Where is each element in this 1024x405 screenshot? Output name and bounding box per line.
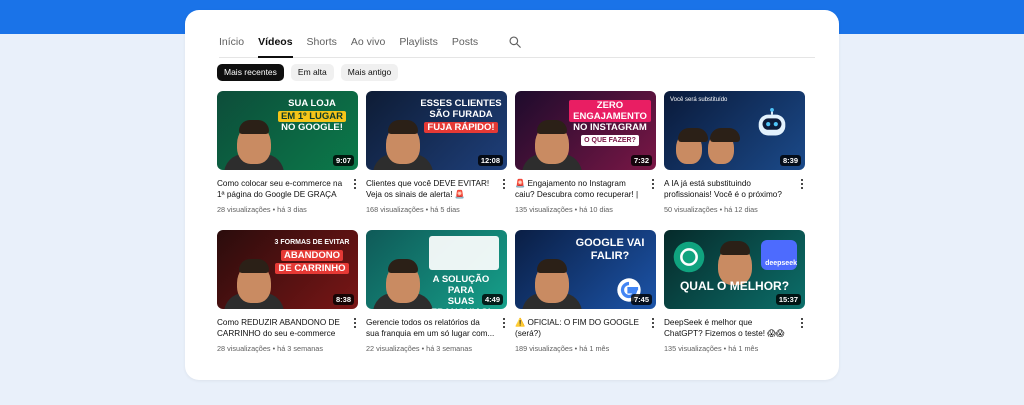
presenter-face: [676, 128, 708, 164]
video-title[interactable]: Como colocar seu e-commerce na 1ª página…: [217, 178, 346, 200]
more-options-icon[interactable]: [650, 318, 656, 330]
thumbnail-headline: Você será substituído: [670, 97, 728, 103]
video-stats: 189 visualizações • há 1 mês: [515, 344, 610, 353]
video-duration: 9:07: [332, 155, 354, 166]
thumbnail-headline: Google vai falir?: [575, 237, 645, 262]
video-thumbnail[interactable]: Google vai falir? 7:45: [515, 230, 656, 309]
video-duration: 4:49: [481, 294, 503, 305]
video-thumbnail[interactable]: deepseek Qual o melhor? 15:37: [664, 230, 805, 309]
channel-tabs: Início Vídeos Shorts Ao vivo Playlists P…: [219, 36, 815, 58]
thumbnail-headline: deepseek Qual o melhor?: [679, 260, 797, 293]
video-thumbnail[interactable]: Sua loja em 1º lugar no Google! 9:07: [217, 91, 358, 170]
more-options-icon[interactable]: [799, 318, 805, 330]
chip-mais-antigo[interactable]: Mais antigo: [340, 64, 399, 81]
video-card[interactable]: A solução para suas franquias! 4:49 Gere…: [366, 230, 507, 360]
video-stats: 28 visualizações • há 3 semanas: [217, 344, 323, 353]
more-options-icon[interactable]: [650, 179, 656, 191]
video-card[interactable]: 3 formas de evitar abandono de carrinho …: [217, 230, 358, 360]
tab-shorts[interactable]: Shorts: [307, 36, 337, 58]
chip-mais-recentes[interactable]: Mais recentes: [217, 64, 284, 81]
more-options-icon[interactable]: [352, 179, 358, 191]
video-duration: 7:32: [630, 155, 652, 166]
presenter-face: [237, 259, 271, 303]
more-options-icon[interactable]: [352, 318, 358, 330]
video-thumbnail[interactable]: Zero engajamento no Instagram o que faze…: [515, 91, 656, 170]
video-duration: 15:37: [775, 294, 801, 305]
more-options-icon[interactable]: [501, 179, 507, 191]
video-stats: 50 visualizações • há 12 dias: [664, 205, 758, 214]
more-options-icon[interactable]: [501, 318, 507, 330]
video-duration: 7:45: [630, 294, 652, 305]
presenter-face: [237, 120, 271, 164]
video-title[interactable]: A IA já está substituindo profissionais!…: [664, 178, 793, 200]
video-title[interactable]: Como REDUZIR ABANDONO DE CARRINHO do seu…: [217, 317, 346, 339]
thumbnail-headline: Sua loja em 1º lugar no Google!: [271, 98, 353, 133]
video-grid: Sua loja em 1º lugar no Google! 9:07 Com…: [217, 91, 805, 360]
sort-chips: Mais recentes Em alta Mais antigo: [217, 64, 399, 81]
presenter-face: [386, 259, 420, 303]
video-card[interactable]: Sua loja em 1º lugar no Google! 9:07 Com…: [217, 91, 358, 221]
video-duration: 8:39: [779, 155, 801, 166]
video-stats: 135 visualizações • há 1 mês: [664, 344, 759, 353]
video-card[interactable]: Google vai falir? 7:45 ⚠️ OFICIAL: O FIM…: [515, 230, 656, 360]
video-thumbnail[interactable]: 3 formas de evitar abandono de carrinho …: [217, 230, 358, 309]
video-thumbnail[interactable]: Esses clientes são furada fuja rápido! 1…: [366, 91, 507, 170]
video-stats: 28 visualizações • há 3 dias: [217, 205, 307, 214]
more-options-icon[interactable]: [799, 179, 805, 191]
dashboard-screenshot: [429, 236, 499, 270]
video-stats: 135 visualizações • há 10 dias: [515, 205, 613, 214]
tab-posts[interactable]: Posts: [452, 36, 478, 58]
video-thumbnail[interactable]: Você será substituído 8:39: [664, 91, 805, 170]
search-icon[interactable]: [508, 35, 522, 49]
channel-videos-card: Início Vídeos Shorts Ao vivo Playlists P…: [185, 10, 839, 380]
thumbnail-headline: 3 formas de evitar abandono de carrinho: [274, 239, 350, 274]
video-thumbnail[interactable]: A solução para suas franquias! 4:49: [366, 230, 507, 309]
tab-inicio[interactable]: Início: [219, 36, 244, 58]
video-card[interactable]: Esses clientes são furada fuja rápido! 1…: [366, 91, 507, 221]
video-title[interactable]: ⚠️ OFICIAL: O FIM DO GOOGLE (será?): [515, 317, 644, 339]
video-stats: 168 visualizações • há 5 dias: [366, 205, 460, 214]
tab-ao-vivo[interactable]: Ao vivo: [351, 36, 385, 58]
tab-videos[interactable]: Vídeos: [258, 36, 293, 58]
thumbnail-headline: Esses clientes são furada fuja rápido!: [420, 98, 502, 133]
video-duration: 12:08: [477, 155, 503, 166]
thumbnail-headline: Zero engajamento no Instagram o que faze…: [569, 98, 651, 146]
video-card[interactable]: Você será substituído 8:39 A IA já está …: [664, 91, 805, 221]
robot-icon: [758, 107, 786, 136]
chip-em-alta[interactable]: Em alta: [290, 64, 334, 81]
presenter-face: [708, 128, 740, 164]
video-stats: 22 visualizações • há 3 semanas: [366, 344, 472, 353]
video-title[interactable]: DeepSeek é melhor que ChatGPT? Fizemos o…: [664, 317, 793, 339]
video-title[interactable]: Clientes que você DEVE EVITAR! Veja os s…: [366, 178, 495, 200]
presenter-face: [535, 259, 569, 303]
presenter-face: [535, 120, 569, 164]
video-title[interactable]: Gerencie todos os relatórios da sua fran…: [366, 317, 495, 339]
video-title[interactable]: 🚨 Engajamento no Instagram caiu? Descubr…: [515, 178, 644, 200]
presenter-face: [386, 120, 420, 164]
tab-playlists[interactable]: Playlists: [399, 36, 438, 58]
video-card[interactable]: Zero engajamento no Instagram o que faze…: [515, 91, 656, 221]
video-card[interactable]: deepseek Qual o melhor? 15:37 DeepSeek é…: [664, 230, 805, 360]
video-duration: 8:38: [332, 294, 354, 305]
